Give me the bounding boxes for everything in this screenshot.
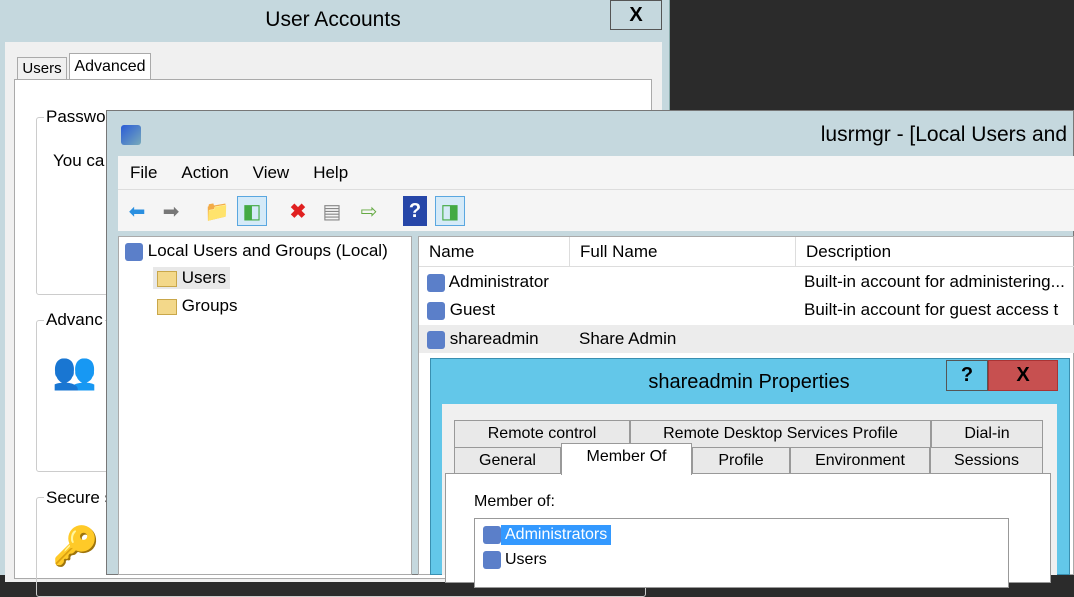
row-full-name: Share Admin [579,329,677,348]
list-item[interactable]: Administrators [483,525,612,545]
menu-help[interactable]: Help [301,163,360,183]
secure-group-label: Secure s [44,488,116,508]
table-row-selected[interactable]: shareadmin Share Admin [419,325,1074,353]
help-button[interactable]: ? [946,360,988,391]
member-of-label: Member of: [474,493,555,510]
tree-root-label: Local Users and Groups (Local) [147,241,388,260]
table-row[interactable]: Guest Built-in account for guest access … [419,296,1074,324]
window-title: lusrmgr - [Local Users and [820,123,1067,146]
window-title: User Accounts [265,8,401,31]
app-icon [121,125,141,145]
passwords-group-label: Passwo [44,107,108,127]
table-row[interactable]: Administrator Built-in account for admin… [419,268,1074,296]
menu-file[interactable]: File [118,163,169,183]
group-icon [483,526,501,544]
tab-profile[interactable]: Profile [692,447,790,474]
back-icon[interactable]: ⬅ [122,196,152,226]
tab-advanced[interactable]: Advanced [69,53,151,80]
tree-item-groups[interactable]: Groups [153,295,241,317]
tree-item-label: Groups [181,296,238,315]
tab-general[interactable]: General [454,447,561,474]
passwords-text: You ca [53,151,105,170]
row-description: Built-in account for administering... [804,272,1065,291]
tree-pane: Local Users and Groups (Local) Users Gro… [118,236,412,575]
tree-item-label: Users [181,268,227,287]
forward-icon[interactable]: ➡ [156,196,186,226]
close-button[interactable]: X [988,360,1058,391]
help-icon[interactable]: ? [403,196,427,226]
delete-icon[interactable]: ✖ [283,196,313,226]
tab-sessions[interactable]: Sessions [930,447,1043,474]
users-icon: 👥 [52,350,97,391]
list-item[interactable]: Users [483,550,551,570]
toolbar: ⬅ ➡ 📁 ◧ ✖ ▤ ⇨ ? ◨ [118,189,1074,231]
export-list-icon[interactable]: ⇨ [354,196,384,226]
menu-action[interactable]: Action [169,163,240,183]
column-full-name[interactable]: Full Name [570,237,796,267]
up-folder-icon[interactable]: 📁 [202,196,232,226]
tab-users[interactable]: Users [17,57,67,79]
tab-member-of[interactable]: Member Of [561,443,692,475]
key-icon: 🔑 [52,526,100,568]
folder-icon [157,270,177,287]
advanced-group-label: Advanc [44,310,105,330]
tree-item-users[interactable]: Users [153,267,231,289]
row-description: Built-in account for guest access t [804,300,1059,319]
computer-users-icon [125,242,143,261]
member-of-list[interactable]: Administrators Users [474,518,1009,588]
user-icon [427,273,445,292]
column-description[interactable]: Description [796,237,1074,267]
menu-view[interactable]: View [241,163,302,183]
action-pane-icon[interactable]: ◨ [435,196,465,226]
show-hide-tree-icon[interactable]: ◧ [237,196,267,226]
folder-icon [157,298,177,315]
group-icon [483,551,501,569]
row-name: Administrator [448,272,549,291]
row-name: Guest [449,300,496,319]
tab-environment[interactable]: Environment [790,447,930,474]
column-name[interactable]: Name [419,237,570,267]
row-name: shareadmin [449,329,539,348]
tree-root[interactable]: Local Users and Groups (Local) [125,241,388,261]
close-button[interactable]: X [610,0,662,30]
user-disabled-icon [427,301,445,320]
group-label: Administrators [501,525,612,545]
user-icon [427,330,445,349]
properties-icon[interactable]: ▤ [317,196,347,226]
group-label: Users [505,551,547,568]
tab-dial-in[interactable]: Dial-in [931,420,1043,447]
menu-bar: File Action View Help [118,156,1074,189]
